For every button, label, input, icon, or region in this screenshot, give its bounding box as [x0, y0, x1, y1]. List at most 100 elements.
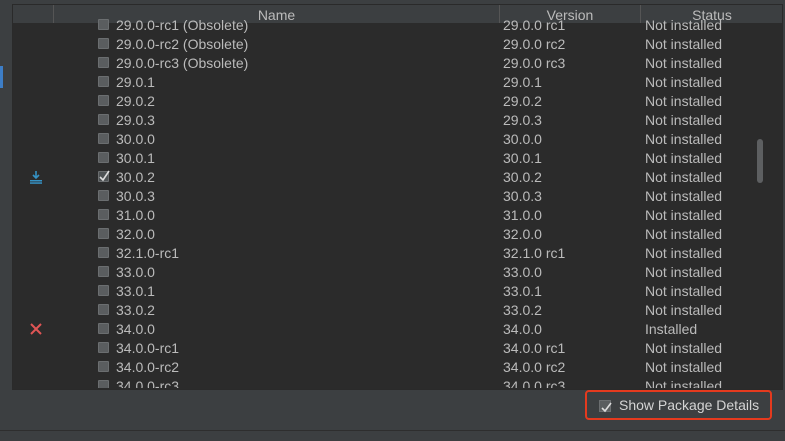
package-status: Not installed	[645, 283, 723, 299]
row-checkbox[interactable]	[98, 285, 109, 296]
package-name: 29.0.0-rc3 (Obsolete)	[116, 55, 249, 71]
table-row[interactable]: 33.0.1 33.0.1 Not installed	[13, 282, 782, 301]
package-version: 29.0.2	[503, 93, 542, 109]
bottom-bar	[0, 430, 785, 441]
package-version: 34.0.0 rc2	[503, 359, 566, 375]
package-status: Not installed	[645, 302, 723, 318]
row-checkbox[interactable]	[98, 133, 109, 144]
row-checkbox[interactable]	[98, 209, 109, 220]
selection-accent	[0, 66, 3, 88]
package-version: 31.0.0	[503, 207, 542, 223]
row-checkbox[interactable]	[98, 323, 109, 334]
row-checkbox[interactable]	[98, 342, 109, 353]
row-checkbox[interactable]	[98, 152, 109, 163]
package-name: 32.0.0	[116, 226, 155, 242]
package-name: 33.0.0	[116, 264, 155, 280]
table-row[interactable]: 29.0.0-rc3 (Obsolete) 29.0.0 rc3 Not insta…	[13, 54, 782, 73]
table-row[interactable]: 30.0.2 30.0.2 Not installed	[13, 168, 782, 187]
package-status: Not installed	[645, 245, 723, 261]
vertical-scrollbar[interactable]	[757, 139, 763, 183]
package-status: Not installed	[645, 207, 723, 223]
row-checkbox[interactable]	[98, 170, 110, 182]
package-status: Installed	[645, 321, 698, 337]
package-version: 29.0.1	[503, 74, 542, 90]
row-checkbox[interactable]	[98, 266, 109, 277]
package-version: 33.0.0	[503, 264, 542, 280]
table-row[interactable]: 30.0.3 30.0.3 Not installed	[13, 187, 782, 206]
package-status: Not installed	[645, 17, 723, 33]
table-row[interactable]: 33.0.2 33.0.2 Not installed	[13, 301, 782, 320]
package-name: 33.0.1	[116, 283, 155, 299]
package-version: 34.0.0 rc1	[503, 340, 566, 356]
table-row[interactable]: 29.0.2 29.0.2 Not installed	[13, 92, 782, 111]
row-checkbox[interactable]	[98, 95, 109, 106]
row-checkbox[interactable]	[98, 228, 109, 239]
package-name: 29.0.3	[116, 112, 155, 128]
package-version: 30.0.3	[503, 188, 542, 204]
package-status: Not installed	[645, 264, 723, 280]
package-name: 29.0.0-rc2 (Obsolete)	[116, 36, 249, 52]
package-version: 29.0.0 rc1	[503, 17, 566, 33]
row-checkbox[interactable]	[98, 114, 109, 125]
package-version: 33.0.1	[503, 283, 542, 299]
checkbox-icon[interactable]	[599, 400, 612, 413]
row-checkbox[interactable]	[98, 304, 109, 315]
package-version: 32.0.0	[503, 226, 542, 242]
table-row[interactable]: 29.0.1 29.0.1 Not installed	[13, 73, 782, 92]
table-row[interactable]: 29.0.0-rc2 (Obsolete) 29.0.0 rc2 Not insta…	[13, 35, 782, 54]
package-name: 33.0.2	[116, 302, 155, 318]
divider	[12, 388, 781, 389]
table-row[interactable]: 34.0.0-rc1 34.0.0 rc1 Not installed	[13, 339, 782, 358]
row-checkbox[interactable]	[98, 57, 109, 68]
download-icon[interactable]	[29, 170, 43, 184]
package-version: 34.0.0	[503, 321, 542, 337]
package-name: 32.1.0-rc1	[116, 245, 180, 261]
row-checkbox[interactable]	[98, 361, 109, 372]
package-version: 32.1.0 rc1	[503, 245, 566, 261]
package-version: 30.0.1	[503, 150, 542, 166]
package-name: 29.0.0-rc1 (Obsolete)	[116, 17, 249, 33]
package-status: Not installed	[645, 340, 723, 356]
table-row[interactable]: 29.0.0-rc1 (Obsolete) 29.0.0 rc1 Not insta…	[13, 16, 782, 35]
package-status: Not installed	[645, 169, 723, 185]
package-status: Not installed	[645, 74, 723, 90]
table-row[interactable]: 31.0.0 31.0.0 Not installed	[13, 206, 782, 225]
package-name: 34.0.0	[116, 321, 155, 337]
table-row[interactable]: 33.0.0 33.0.0 Not installed	[13, 263, 782, 282]
package-version: 29.0.0 rc2	[503, 36, 566, 52]
package-name: 34.0.0-rc2	[116, 359, 180, 375]
row-checkbox[interactable]	[98, 76, 109, 87]
package-name: 30.0.0	[116, 131, 155, 147]
row-checkbox[interactable]	[98, 190, 109, 201]
delete-icon[interactable]	[29, 322, 43, 336]
table-row[interactable]: 30.0.0 30.0.0 Not installed	[13, 130, 782, 149]
package-status: Not installed	[645, 112, 723, 128]
package-version: 29.0.0 rc3	[503, 55, 566, 71]
package-version: 29.0.3	[503, 112, 542, 128]
package-status: Not installed	[645, 188, 723, 204]
table-row[interactable]: 30.0.1 30.0.1 Not installed	[13, 149, 782, 168]
package-version: 33.0.2	[503, 302, 542, 318]
package-version: 30.0.0	[503, 131, 542, 147]
package-status: Not installed	[645, 55, 723, 71]
table-row[interactable]: 34.0.0 34.0.0 Installed	[13, 320, 782, 339]
table-row[interactable]: 29.0.3 29.0.3 Not installed	[13, 111, 782, 130]
package-name: 30.0.1	[116, 150, 155, 166]
package-name: 30.0.2	[116, 169, 155, 185]
row-checkbox[interactable]	[98, 19, 109, 30]
package-name: 29.0.2	[116, 93, 155, 109]
package-status: Not installed	[645, 93, 723, 109]
package-status: Not installed	[645, 226, 723, 242]
package-name: 29.0.1	[116, 74, 155, 90]
table-row[interactable]: 32.0.0 32.0.0 Not installed	[13, 225, 782, 244]
show-package-details-checkbox[interactable]: Show Package Details	[585, 390, 772, 420]
sdk-build-tools-table: Name Version Status 29.0.0-rc1 (Obsolete…	[12, 4, 783, 390]
package-name: 34.0.0-rc1	[116, 340, 180, 356]
table-row[interactable]: 34.0.0-rc2 34.0.0 rc2 Not installed	[13, 358, 782, 377]
table-row[interactable]: 32.1.0-rc1 32.1.0 rc1 Not installed	[13, 244, 782, 263]
package-status: Not installed	[645, 150, 723, 166]
row-checkbox[interactable]	[98, 38, 109, 49]
package-version: 30.0.2	[503, 169, 542, 185]
package-status: Not installed	[645, 131, 723, 147]
row-checkbox[interactable]	[98, 247, 109, 258]
